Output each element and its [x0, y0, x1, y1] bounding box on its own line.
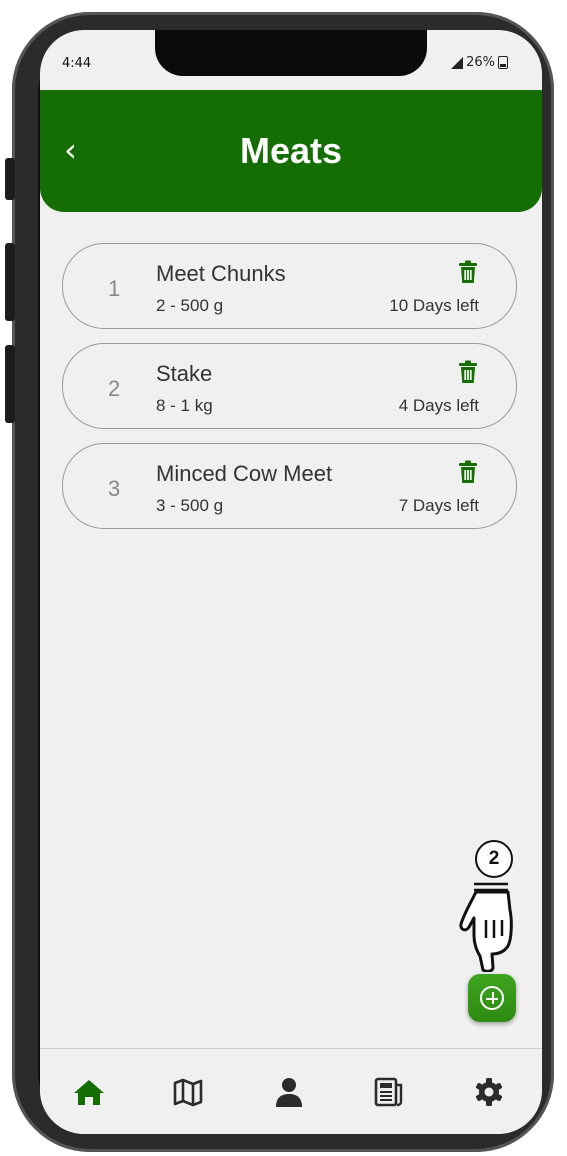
phone-side-button	[5, 243, 15, 321]
trash-icon[interactable]	[457, 460, 479, 484]
pointing-hand-icon	[459, 882, 513, 972]
bottom-navigation	[40, 1048, 542, 1134]
list-item[interactable]: 2 Stake 8 - 1 kg 4 Days left	[62, 343, 517, 429]
trash-icon[interactable]	[457, 260, 479, 284]
app-header: ‹ Meats	[40, 90, 542, 212]
signal-icon	[451, 56, 464, 69]
item-name: Meet Chunks	[156, 261, 286, 286]
gear-icon[interactable]	[472, 1075, 506, 1109]
item-list: 1 Meet Chunks 2 - 500 g 10 Days left 2 S…	[62, 243, 517, 543]
list-item[interactable]: 1 Meet Chunks 2 - 500 g 10 Days left	[62, 243, 517, 329]
map-icon[interactable]	[171, 1075, 205, 1109]
phone-side-button	[5, 158, 15, 200]
item-index: 1	[108, 276, 121, 301]
page-title: Meats	[239, 130, 343, 171]
item-index: 2	[108, 376, 121, 401]
battery-icon	[498, 56, 508, 69]
item-index: 3	[108, 476, 121, 501]
status-indicators: 26%	[451, 55, 508, 70]
notch	[155, 30, 427, 76]
app-screen: 4:44 26% ‹ Meats 1 Meet Chunks 2 - 500 g…	[40, 30, 542, 1134]
plus-circle-icon	[480, 986, 504, 1010]
item-quantity: 3 - 500 g	[156, 496, 224, 515]
item-days-left: 7 Days left	[398, 496, 479, 515]
status-time: 4:44	[62, 56, 92, 71]
step-number-badge: 2	[475, 840, 513, 878]
phone-side-button	[5, 345, 15, 423]
item-days-left: 4 Days left	[398, 396, 479, 415]
trash-icon[interactable]	[457, 360, 479, 384]
item-quantity: 8 - 1 kg	[156, 396, 213, 415]
list-item[interactable]: 3 Minced Cow Meet 3 - 500 g 7 Days left	[62, 443, 517, 529]
item-name: Stake	[156, 361, 213, 386]
news-icon[interactable]	[371, 1075, 405, 1109]
user-icon[interactable]	[272, 1075, 306, 1109]
add-item-button[interactable]	[468, 974, 516, 1022]
home-icon[interactable]	[72, 1075, 106, 1109]
battery-percent: 26%	[466, 55, 495, 70]
item-quantity: 2 - 500 g	[156, 296, 224, 315]
item-name: Minced Cow Meet	[156, 461, 333, 486]
item-days-left: 10 Days left	[389, 296, 479, 315]
